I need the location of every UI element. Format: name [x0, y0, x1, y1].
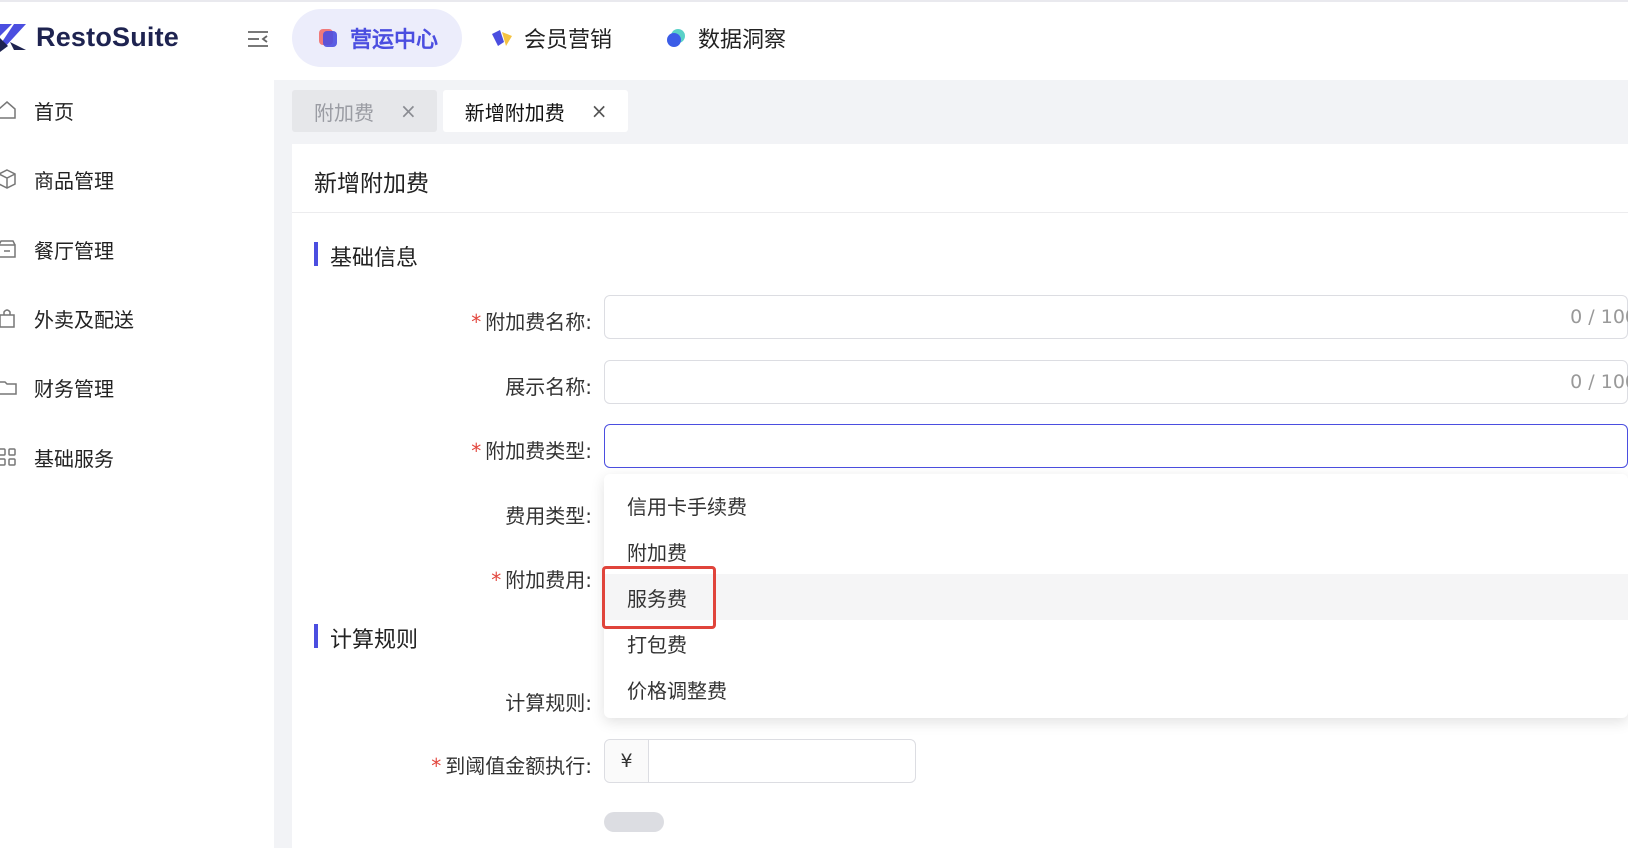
- highlight-annotation-box: [602, 566, 716, 629]
- bag-icon: [0, 309, 15, 328]
- page-title: 新增附加费: [314, 171, 429, 197]
- surcharge-amount-label: * 附加费用:: [491, 568, 592, 592]
- topnav-member-marketing-label: 会员营销: [524, 28, 613, 53]
- close-icon[interactable]: ×: [400, 99, 417, 123]
- threshold-label: * 到阈值金额执行:: [431, 754, 592, 778]
- top-header: RestoSuite 营运中心 会员营销 数据洞察: [0, 2, 1628, 80]
- member-marketing-icon: [492, 30, 513, 46]
- collapse-sidebar-icon[interactable]: [246, 28, 270, 50]
- currency-prefix: ¥: [605, 740, 649, 782]
- topnav-member-marketing[interactable]: 会员营销: [466, 9, 636, 67]
- topnav-data-insight[interactable]: 数据洞察: [640, 9, 810, 67]
- option-surcharge[interactable]: 附加费: [604, 528, 1628, 574]
- required-mark: *: [431, 754, 442, 778]
- sidebar-item-label: 首页: [34, 99, 74, 124]
- surcharge-name-label: * 附加费名称:: [471, 310, 592, 334]
- section-title-basic: 基础信息: [314, 240, 418, 272]
- display-name-label: 展示名称:: [505, 375, 592, 399]
- sidebar-item-label: 基础服务: [34, 446, 114, 471]
- sidebar-item-basic-services[interactable]: 基础服务: [0, 437, 274, 477]
- topnav-operations[interactable]: 营运中心: [292, 9, 463, 67]
- surcharge-type-label: * 附加费类型:: [471, 439, 592, 463]
- sidebar-item-delivery[interactable]: 外卖及配送: [0, 298, 274, 338]
- page-tabs: 附加费 × 新增附加费 ×: [292, 90, 634, 132]
- topnav-data-insight-label: 数据洞察: [698, 28, 787, 53]
- char-counter: 0 / 100: [1570, 371, 1628, 393]
- char-counter: 0 / 100: [1570, 306, 1628, 328]
- data-insight-icon: [667, 29, 686, 47]
- topnav-operations-label: 营运中心: [350, 28, 439, 53]
- sidebar-item-label: 商品管理: [34, 168, 114, 193]
- title-divider: [292, 212, 1628, 213]
- grid-icon: [0, 448, 16, 466]
- section-title-calc: 计算规则: [314, 622, 418, 654]
- restosuite-logo-icon: [0, 24, 26, 52]
- option-packaging-fee[interactable]: 打包费: [604, 620, 1628, 666]
- threshold-amount-input[interactable]: ¥: [604, 739, 916, 783]
- store-icon: [0, 240, 16, 258]
- sidebar-item-home[interactable]: 首页: [0, 90, 274, 130]
- calc-rule-label: 计算规则:: [505, 691, 592, 715]
- sidebar-item-restaurants[interactable]: 餐厅管理: [0, 229, 274, 269]
- sidebar-item-finance[interactable]: 财务管理: [0, 367, 274, 407]
- tab-label: 新增附加费: [464, 100, 565, 125]
- surcharge-name-input[interactable]: 0 / 100: [604, 295, 1628, 339]
- surcharge-type-select[interactable]: [604, 424, 1628, 468]
- surcharge-type-dropdown: 信用卡手续费 附加费 服务费 打包费 价格调整费: [604, 474, 1628, 718]
- sidebar-item-label: 餐厅管理: [34, 238, 114, 263]
- box-icon: [0, 169, 16, 189]
- tab-new-surcharge[interactable]: 新增附加费 ×: [442, 90, 628, 132]
- folder-icon: [0, 381, 17, 395]
- top-navigation: 营运中心 会员营销 数据洞察: [292, 8, 814, 68]
- sidebar: 首页 商品管理 餐厅管理 外卖及配送 财务管理 基础服务: [0, 80, 274, 848]
- required-mark: *: [471, 439, 482, 463]
- brand-logo[interactable]: RestoSuite: [0, 17, 179, 57]
- home-icon: [0, 101, 16, 119]
- fee-type-label: 费用类型:: [505, 504, 592, 528]
- tab-label: 附加费: [314, 100, 374, 125]
- tab-surcharge[interactable]: 附加费 ×: [292, 90, 437, 132]
- operations-icon: [319, 29, 337, 47]
- toggle-switch[interactable]: [604, 812, 664, 832]
- option-credit-card-fee[interactable]: 信用卡手续费: [604, 482, 1628, 528]
- sidebar-item-products[interactable]: 商品管理: [0, 159, 274, 199]
- required-mark: *: [471, 310, 482, 334]
- sidebar-item-label: 外卖及配送: [34, 307, 134, 332]
- option-service-fee[interactable]: 服务费: [604, 574, 1628, 620]
- close-icon[interactable]: ×: [591, 99, 608, 123]
- required-mark: *: [491, 568, 502, 592]
- sidebar-item-label: 财务管理: [34, 376, 114, 401]
- option-price-adjustment-fee[interactable]: 价格调整费: [604, 666, 1628, 712]
- brand-name: RestoSuite: [36, 21, 180, 52]
- display-name-input[interactable]: 0 / 100: [604, 360, 1628, 404]
